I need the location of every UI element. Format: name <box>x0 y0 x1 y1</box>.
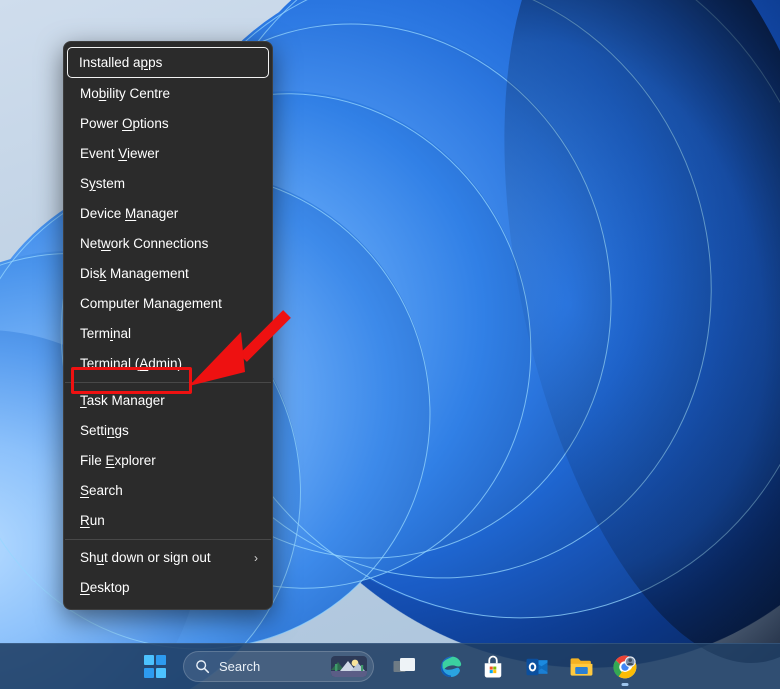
menu-item-installed-apps[interactable]: Installed apps <box>67 47 269 78</box>
menu-item-settings[interactable]: Settings <box>68 417 268 445</box>
menu-item-terminal[interactable]: Terminal <box>68 320 268 348</box>
menu-item-terminal-admin[interactable]: Terminal (Admin) <box>68 350 268 378</box>
menu-item-label: Run <box>80 513 105 528</box>
menu-item-task-manager[interactable]: Task Manager <box>68 387 268 415</box>
menu-item-label: Desktop <box>80 580 130 595</box>
search-box[interactable]: Search <box>183 651 374 682</box>
menu-item-label: Mobility Centre <box>80 86 171 101</box>
task-view-icon <box>393 657 415 672</box>
taskbar: Search <box>0 643 780 689</box>
menu-item-event-viewer[interactable]: Event Viewer <box>68 140 268 168</box>
menu-item-label: Network Connections <box>80 236 209 251</box>
menu-item-power-options[interactable]: Power Options <box>68 110 268 138</box>
google-chrome-icon <box>613 655 637 678</box>
outlook-button[interactable] <box>515 647 559 687</box>
menu-separator <box>65 382 271 383</box>
store-button[interactable] <box>471 647 515 687</box>
file-explorer-button[interactable] <box>559 647 603 687</box>
menu-item-search[interactable]: Search <box>68 477 268 505</box>
menu-item-label: Power Options <box>80 116 169 131</box>
menu-item-label: File Explorer <box>80 453 156 468</box>
menu-separator <box>65 539 271 540</box>
menu-item-file-explorer[interactable]: File Explorer <box>68 447 268 475</box>
menu-item-label: Search <box>80 483 123 498</box>
screen: Installed apps Mobility Centre Power Optio… <box>0 0 780 689</box>
menu-item-label: Device Manager <box>80 206 179 221</box>
folder-icon <box>570 657 592 676</box>
windows-logo-icon <box>143 655 167 678</box>
menu-item-label: Terminal <box>80 326 132 341</box>
menu-item-shut-down-or-sign-out[interactable]: Shut down or sign out › <box>68 544 268 572</box>
microsoft-edge-icon <box>440 656 461 678</box>
search-icon <box>196 660 210 674</box>
menu-item-disk-management[interactable]: Disk Management <box>68 260 268 288</box>
menu-item-label: System <box>80 176 126 191</box>
start-button[interactable] <box>133 647 177 687</box>
menu-item-label: Installed apps <box>79 55 163 70</box>
running-indicator <box>621 682 629 686</box>
menu-item-label: Terminal (Admin) <box>80 356 183 371</box>
menu-item-run[interactable]: Run <box>68 507 268 535</box>
menu-item-label: Computer Management <box>80 296 222 311</box>
menu-item-label: Shut down or sign out <box>80 550 211 565</box>
menu-item-label: Event Viewer <box>80 146 160 161</box>
menu-item-label: Task Manager <box>80 393 165 408</box>
microsoft-store-icon <box>484 655 502 677</box>
menu-item-computer-management[interactable]: Computer Management <box>68 290 268 318</box>
task-view-button[interactable] <box>383 647 427 687</box>
menu-item-device-manager[interactable]: Device Manager <box>68 200 268 228</box>
menu-item-desktop[interactable]: Desktop <box>68 574 268 602</box>
bing-daily-image-thumbnail[interactable] <box>331 656 367 677</box>
menu-item-label: Settings <box>80 423 129 438</box>
search-placeholder: Search <box>219 659 261 674</box>
outlook-icon <box>526 658 548 675</box>
taskbar-center-group: Search <box>133 647 647 687</box>
winx-power-user-menu[interactable]: Installed apps Mobility Centre Power Optio… <box>63 41 273 610</box>
menu-item-label: Disk Management <box>80 266 189 281</box>
menu-item-network-connections[interactable]: Network Connections <box>68 230 268 258</box>
menu-item-system[interactable]: System <box>68 170 268 198</box>
chrome-button[interactable] <box>603 647 647 687</box>
chevron-right-icon: › <box>254 551 258 565</box>
edge-button[interactable] <box>427 647 471 687</box>
menu-item-mobility-centre[interactable]: Mobility Centre <box>68 80 268 108</box>
